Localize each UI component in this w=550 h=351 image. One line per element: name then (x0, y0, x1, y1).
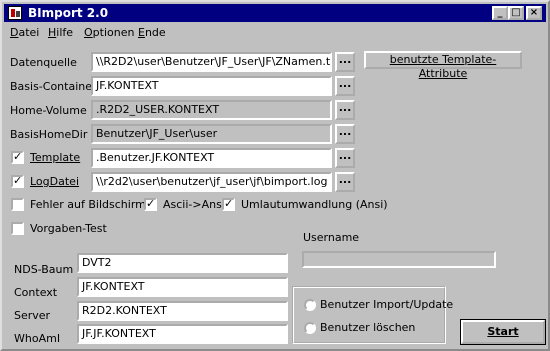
loeschen-label: Benutzer löschen (320, 321, 416, 334)
mode-group (292, 286, 446, 344)
basis-container-field[interactable]: JF.KONTEXT (91, 76, 332, 96)
umlaut-checkbox[interactable]: ✓ (222, 198, 235, 211)
umlaut-label: Umlautumwandlung (Ansi) (241, 198, 388, 211)
server-field[interactable]: R2D2.KONTEXT (77, 301, 288, 321)
app-icon (8, 6, 22, 20)
close-button[interactable]: × (526, 6, 542, 20)
title-bar[interactable]: BImport 2.0 _ □ × (4, 4, 546, 22)
template-attribute-button-label: benutzte Template-Attribute (389, 53, 497, 80)
start-button-label: Start (487, 325, 519, 338)
datenquelle-label: Datenquelle (10, 56, 77, 69)
template-attribute-button[interactable]: benutzte Template-Attribute (364, 51, 522, 80)
import-update-radio[interactable] (304, 299, 316, 311)
main-window: BImport 2.0 _ □ × Datei Hilfe Optionen E… (0, 0, 550, 351)
context-label: Context (14, 286, 58, 299)
minimize-button[interactable]: _ (492, 6, 508, 20)
window-title: BImport 2.0 (28, 6, 109, 20)
datenquelle-field[interactable]: \\R2D2\user\Benutzer\JF_User\JF\ZNamen.t… (91, 52, 332, 72)
fehler-checkbox[interactable] (11, 198, 24, 211)
maximize-button[interactable]: □ (508, 6, 524, 20)
menu-ende[interactable]: Ende (138, 24, 166, 42)
basis-home-dir-label: BasisHomeDir (10, 128, 88, 141)
basis-home-dir-field[interactable]: Benutzer\JF_User\user (91, 124, 332, 144)
import-update-label: Benutzer Import/Update (320, 298, 454, 311)
menu-optionen[interactable]: Optionen (84, 24, 134, 42)
basis-container-label: Basis-Container (10, 80, 97, 93)
logdatei-label: LogDatei (30, 175, 79, 188)
ascii-checkbox[interactable]: ✓ (144, 198, 157, 211)
menu-bar: Datei Hilfe Optionen Ende (4, 24, 546, 42)
basis-container-browse-button[interactable]: ... (335, 76, 355, 96)
menu-hilfe[interactable]: Hilfe (48, 24, 73, 42)
template-checkbox[interactable]: ✓ (11, 151, 24, 164)
logdatei-browse-button[interactable]: ... (335, 172, 355, 192)
basis-home-dir-browse-button[interactable]: ... (335, 124, 355, 144)
username-progress (302, 251, 496, 268)
home-volume-label: Home-Volume (10, 104, 87, 117)
loeschen-radio[interactable] (304, 322, 316, 334)
fehler-label: Fehler auf Bildschirm (30, 198, 146, 211)
nds-baum-field[interactable]: DVT2 (77, 253, 288, 273)
nds-baum-label: NDS-Baum (14, 263, 74, 276)
menu-datei[interactable]: Datei (10, 24, 39, 42)
template-browse-button[interactable]: ... (335, 148, 355, 168)
vorgaben-label: Vorgaben-Test (30, 222, 107, 235)
vorgaben-checkbox[interactable] (11, 222, 24, 235)
datenquelle-browse-button[interactable]: ... (335, 52, 355, 72)
logdatei-field[interactable]: \\r2d2\user\benutzer\jf_user\jf\bimport.… (91, 172, 332, 192)
server-label: Server (14, 309, 51, 322)
template-label: Template (30, 151, 81, 164)
template-field[interactable]: .Benutzer.JF.KONTEXT (91, 148, 332, 168)
start-button[interactable]: Start (460, 319, 546, 345)
logdatei-checkbox[interactable]: ✓ (11, 175, 24, 188)
username-label: Username (303, 231, 360, 244)
whoami-field[interactable]: JF.JF.KONTEXT (77, 324, 288, 344)
whoami-label: WhoAmI (14, 332, 61, 345)
home-volume-field[interactable]: .R2D2_USER.KONTEXT (91, 100, 332, 120)
ascii-label: Ascii->Ansi (163, 198, 225, 211)
home-volume-browse-button[interactable]: ... (335, 100, 355, 120)
context-field[interactable]: JF.KONTEXT (77, 277, 288, 297)
